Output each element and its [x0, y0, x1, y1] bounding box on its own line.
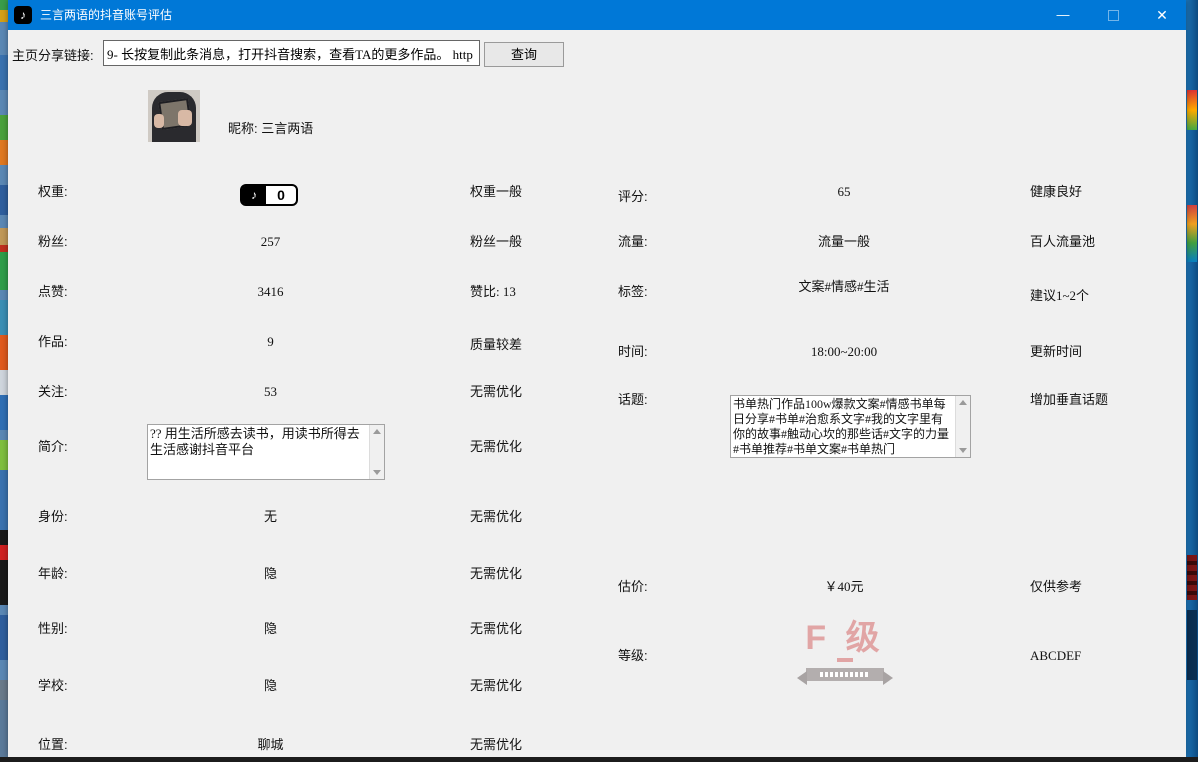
score-value: 65 — [708, 183, 980, 201]
tags-note: 建议1~2个 — [1030, 287, 1089, 305]
grade-stamp-text: F 级 — [770, 620, 920, 656]
grade-stamp-underline — [837, 658, 853, 662]
topics-scrollbar[interactable] — [955, 396, 970, 457]
desktop-icon-fragment — [1187, 90, 1197, 130]
score-note: 健康良好 — [1030, 183, 1082, 201]
valuation-value: ￥40元 — [708, 578, 980, 596]
valuation-note: 仅供参考 — [1030, 578, 1082, 596]
bio-textarea[interactable]: ?? 用生活所感去读书，用读书所得去生活感谢抖音平台 — [148, 425, 369, 479]
identity-value: 无 — [148, 508, 393, 526]
school-value: 隐 — [148, 677, 393, 695]
minimize-button[interactable]: — — [1040, 0, 1086, 30]
close-button[interactable]: ✕ — [1139, 0, 1185, 30]
window-title: 三言两语的抖音账号评估 — [40, 0, 172, 30]
bio-scrollbar[interactable] — [369, 425, 384, 479]
maximize-icon — [1108, 10, 1119, 21]
topics-textarea-wrap: 书单热门作品100w爆款文案#情感书单每日分享#书单#治愈系文字#我的文字里有你… — [730, 395, 971, 458]
avatar — [148, 90, 200, 142]
row-label-identity: 身份: — [38, 508, 68, 526]
identity-status: 无需优化 — [470, 508, 522, 526]
location-status: 无需优化 — [470, 736, 522, 754]
row-label-gender: 性别: — [38, 620, 68, 638]
following-value: 53 — [148, 383, 393, 401]
age-status: 无需优化 — [470, 565, 522, 583]
weight-value: 0 — [266, 186, 296, 204]
time-value: 18:00~20:00 — [708, 343, 980, 361]
grade-note: ABCDEF — [1030, 647, 1081, 665]
maximize-button[interactable] — [1090, 0, 1136, 30]
titlebar[interactable]: ♪ 三言两语的抖音账号评估 — ✕ — [8, 0, 1186, 30]
row-label-grade: 等级: — [618, 647, 648, 665]
age-value: 隐 — [148, 565, 393, 583]
row-label-score: 评分: — [618, 188, 648, 206]
app-music-note-icon: ♪ — [14, 6, 32, 24]
row-label-works: 作品: — [38, 333, 68, 351]
row-label-school: 学校: — [38, 677, 68, 695]
row-label-valuation: 估价: — [618, 578, 648, 596]
works-value: 9 — [148, 333, 393, 351]
topics-textarea[interactable]: 书单热门作品100w爆款文案#情感书单每日分享#书单#治愈系文字#我的文字里有你… — [731, 396, 955, 457]
row-label-following: 关注: — [38, 383, 68, 401]
taskbar-edge — [0, 757, 1198, 762]
following-status: 无需优化 — [470, 383, 522, 401]
grade-stamp-ribbon — [806, 668, 884, 681]
weight-status: 权重一般 — [470, 183, 522, 201]
share-link-label: 主页分享链接: — [12, 47, 94, 65]
desktop-icon-fragment — [1187, 555, 1197, 600]
row-label-time: 时间: — [618, 343, 648, 361]
likes-status: 赞比: 13 — [470, 283, 516, 301]
scroll-up-icon[interactable] — [959, 400, 967, 405]
fans-status: 粉丝一般 — [470, 233, 522, 251]
row-label-tags: 标签: — [618, 283, 648, 301]
likes-value: 3416 — [148, 283, 393, 301]
query-button[interactable]: 查询 — [484, 42, 564, 67]
desktop-edge-left — [0, 0, 8, 762]
row-label-likes: 点赞: — [38, 283, 68, 301]
row-label-fans: 粉丝: — [38, 233, 68, 251]
bio-textarea-wrap: ?? 用生活所感去读书，用读书所得去生活感谢抖音平台 — [147, 424, 385, 480]
location-value: 聊城 — [148, 736, 393, 754]
desktop-icon-fragment — [1187, 205, 1197, 262]
nickname-label: 昵称: 三言两语 — [228, 120, 313, 138]
bio-status: 无需优化 — [470, 438, 522, 456]
fans-value: 257 — [148, 233, 393, 251]
row-label-topics: 话题: — [618, 391, 648, 409]
row-label-age: 年龄: — [38, 565, 68, 583]
school-status: 无需优化 — [470, 677, 522, 695]
works-status: 质量较差 — [470, 336, 522, 354]
row-label-traffic: 流量: — [618, 233, 648, 251]
row-label-weight: 权重: — [38, 183, 68, 201]
gender-status: 无需优化 — [470, 620, 522, 638]
desktop-edge-right — [1186, 0, 1198, 762]
row-label-location: 位置: — [38, 736, 68, 754]
scroll-up-icon[interactable] — [373, 429, 381, 434]
scroll-down-icon[interactable] — [959, 448, 967, 453]
desktop-icon-fragment — [1187, 610, 1197, 680]
grade-stamp: F 级 — [770, 620, 920, 681]
app-window: ♪ 三言两语的抖音账号评估 — ✕ 主页分享链接: 查询 昵称: 三言两语 权重… — [8, 0, 1186, 757]
traffic-note: 百人流量池 — [1030, 233, 1095, 251]
share-link-input[interactable] — [103, 40, 480, 66]
weight-badge: ♪ 0 — [240, 184, 298, 206]
tags-value: 文案#情感#生活 — [708, 278, 980, 296]
row-label-bio: 简介: — [38, 438, 68, 456]
traffic-value: 流量一般 — [708, 233, 980, 251]
scroll-down-icon[interactable] — [373, 470, 381, 475]
ribbon-fine-print — [820, 672, 870, 677]
time-note: 更新时间 — [1030, 343, 1082, 361]
topics-note: 增加垂直话题 — [1030, 391, 1108, 409]
gender-value: 隐 — [148, 620, 393, 638]
music-note-icon: ♪ — [242, 186, 266, 204]
